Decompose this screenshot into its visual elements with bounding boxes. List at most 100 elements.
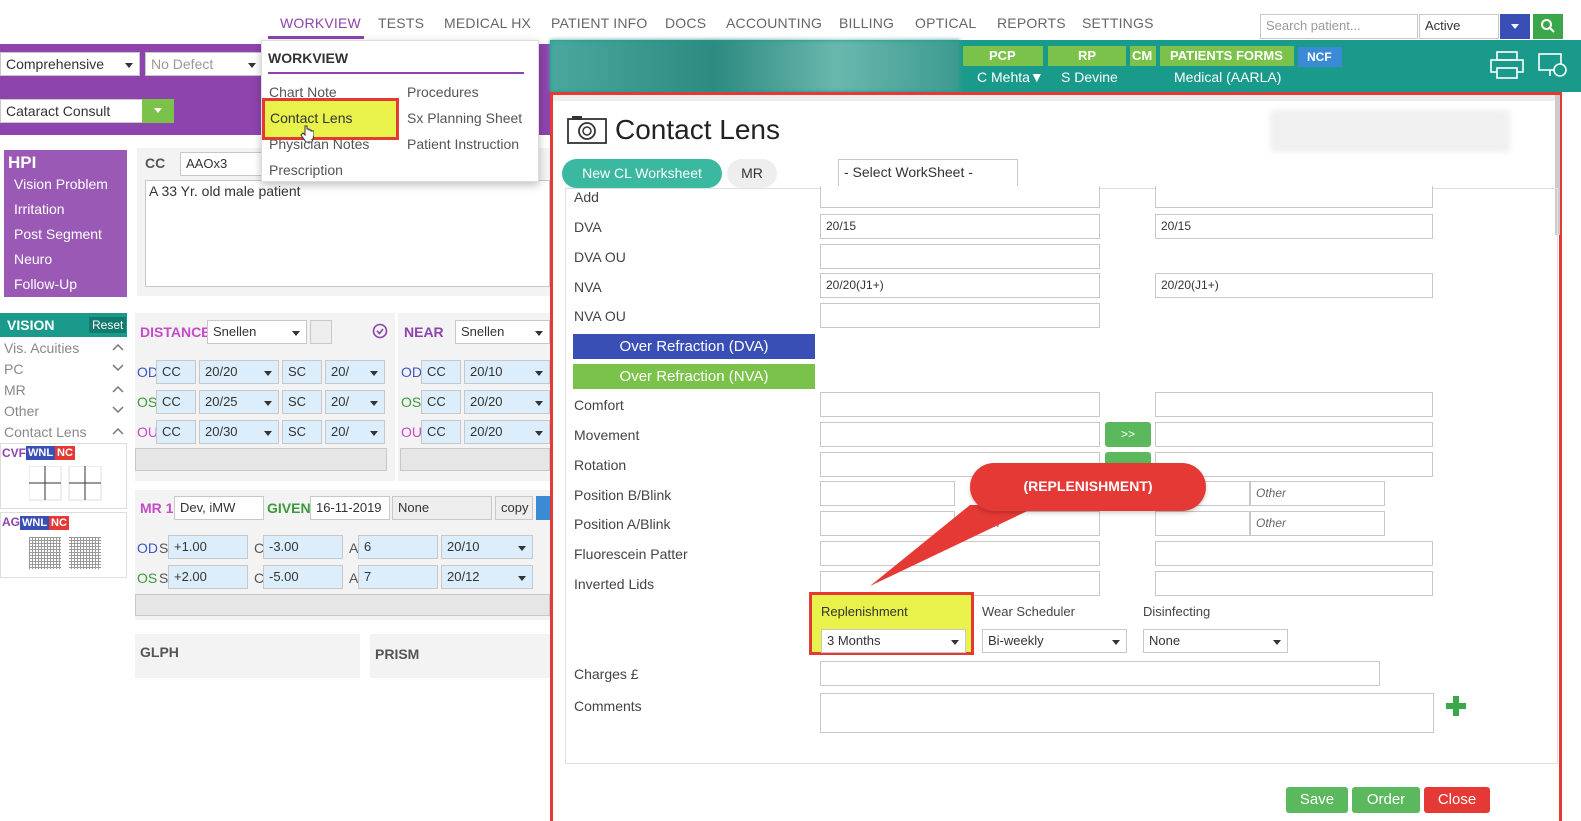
exam-type-select[interactable]: Comprehensive xyxy=(0,52,140,76)
distance-od-cc-value[interactable]: 20/20 xyxy=(199,360,279,384)
new-cl-worksheet-tab[interactable]: New CL Worksheet xyxy=(562,159,722,188)
pos-a-left-other[interactable]: Other xyxy=(1250,511,1385,536)
movement-right-input[interactable] xyxy=(820,422,1100,447)
hpi-item-vision-problem[interactable]: Vision Problem xyxy=(4,172,127,197)
tab-tests[interactable]: TESTS xyxy=(378,15,424,31)
distance-ou-cc-value[interactable]: 20/30 xyxy=(199,420,279,444)
mr-copy-button[interactable]: copy xyxy=(495,496,533,520)
comfort-left-input[interactable] xyxy=(1155,392,1433,417)
hpi-notes[interactable]: A 33 Yr. old male patient xyxy=(145,180,550,287)
search-button[interactable] xyxy=(1533,14,1563,39)
near-os-cc[interactable]: CC xyxy=(421,390,461,414)
pcp-name[interactable]: C Mehta▼ xyxy=(977,69,1044,85)
save-button[interactable]: Save xyxy=(1286,787,1348,813)
reset-button[interactable]: Reset xyxy=(89,317,127,333)
vision-item-other[interactable]: Other xyxy=(0,401,127,422)
replenishment-select[interactable]: 3 Months xyxy=(821,629,966,653)
nva-left-input[interactable]: 20/20(J1+) xyxy=(1155,273,1433,298)
patients-forms-badge[interactable]: PATIENTS FORMS xyxy=(1160,46,1294,66)
distance-od-sc-value[interactable]: 20/ xyxy=(325,360,385,384)
mr-od-axis[interactable]: 6 xyxy=(358,535,438,559)
hpi-item-post-segment[interactable]: Post Segment xyxy=(4,222,127,247)
cc-input[interactable]: AAOx3 xyxy=(180,152,270,176)
monitor-clock-icon[interactable] xyxy=(1537,52,1569,80)
consult-dropdown-button[interactable] xyxy=(142,99,174,123)
menu-item-patient-instruction[interactable]: Patient Instruction xyxy=(407,136,519,152)
hpi-item-irritation[interactable]: Irritation xyxy=(4,197,127,222)
mr-notes[interactable] xyxy=(135,594,550,616)
search-input[interactable]: Search patient... xyxy=(1260,14,1418,39)
distance-ou-sc-value[interactable]: 20/ xyxy=(325,420,385,444)
near-ou-value[interactable]: 20/20 xyxy=(464,420,550,444)
distance-os-sc[interactable]: SC xyxy=(282,390,322,414)
ncf-badge[interactable]: NCF xyxy=(1298,47,1342,67)
menu-item-prescription[interactable]: Prescription xyxy=(269,162,343,178)
near-notes[interactable] xyxy=(400,448,550,471)
select-worksheet-dropdown[interactable]: - Select WorkSheet - xyxy=(838,159,1018,187)
dva-left-input[interactable]: 20/15 xyxy=(1155,214,1433,239)
ag-nc-button[interactable]: NC xyxy=(49,516,69,530)
hpi-item-follow-up[interactable]: Follow-Up xyxy=(4,272,127,297)
distance-chart-select[interactable]: Snellen xyxy=(207,320,307,344)
near-chart-select[interactable]: Snellen xyxy=(455,320,550,344)
nva-right-input[interactable]: 20/20(J1+) xyxy=(820,273,1100,298)
vision-item-mr[interactable]: MR xyxy=(0,380,127,401)
check-circle-icon[interactable] xyxy=(372,323,388,339)
distance-od-cc[interactable]: CC xyxy=(156,360,196,384)
ag-wnl-button[interactable]: WNL xyxy=(20,516,50,530)
mr-od-va[interactable]: 20/10 xyxy=(441,535,533,559)
vision-item-acuities[interactable]: Vis. Acuities xyxy=(0,338,127,359)
mr-od-sphere[interactable]: +1.00 xyxy=(168,535,248,559)
consult-select[interactable]: Cataract Consult xyxy=(0,99,145,123)
copy-arrow-button[interactable]: >> xyxy=(1105,422,1151,447)
add-left-input[interactable] xyxy=(1155,186,1433,208)
mr-none-input[interactable]: None xyxy=(392,496,492,520)
printer-icon[interactable] xyxy=(1489,50,1525,80)
pos-b-left-other[interactable]: Other xyxy=(1250,481,1385,506)
distance-os-cc-value[interactable]: 20/25 xyxy=(199,390,279,414)
disinfecting-select[interactable]: None xyxy=(1143,629,1288,653)
mr-os-va[interactable]: 20/12 xyxy=(441,565,533,589)
mr-go-button[interactable] xyxy=(536,496,550,520)
charges-input[interactable] xyxy=(820,661,1380,686)
mr-provider-input[interactable]: Dev, iMW xyxy=(174,496,264,520)
dva-right-input[interactable]: 20/15 xyxy=(820,214,1100,239)
cvf-wnl-button[interactable]: WNL xyxy=(26,446,56,460)
defect-select[interactable]: No Defect xyxy=(145,52,263,76)
tab-optical[interactable]: OPTICAL xyxy=(915,15,976,31)
mr-tab[interactable]: MR xyxy=(727,159,777,188)
distance-extra-input[interactable] xyxy=(310,320,332,344)
near-od-value[interactable]: 20/10 xyxy=(464,360,550,384)
menu-item-sx-planning-sheet[interactable]: Sx Planning Sheet xyxy=(407,110,522,126)
comments-textarea[interactable] xyxy=(820,693,1434,733)
dva-ou-input[interactable] xyxy=(820,244,1100,269)
cvf-nc-button[interactable]: NC xyxy=(55,446,75,460)
cm-badge[interactable]: CM xyxy=(1130,46,1156,66)
movement-left-input[interactable] xyxy=(1155,422,1433,447)
tab-patient-info[interactable]: PATIENT INFO xyxy=(551,15,648,31)
over-refraction-dva-button[interactable]: Over Refraction (DVA) xyxy=(573,334,815,359)
menu-item-procedures[interactable]: Procedures xyxy=(407,84,479,100)
wear-scheduler-select[interactable]: Bi-weekly xyxy=(982,629,1127,653)
tab-accounting[interactable]: ACCOUNTING xyxy=(726,15,822,31)
tab-reports[interactable]: REPORTS xyxy=(997,15,1066,31)
status-dropdown-button[interactable] xyxy=(1500,14,1530,39)
nva-ou-input[interactable] xyxy=(820,303,1100,328)
tab-billing[interactable]: BILLING xyxy=(839,15,894,31)
distance-ou-sc[interactable]: SC xyxy=(282,420,322,444)
mr-os-axis[interactable]: 7 xyxy=(358,565,438,589)
menu-item-contact-lens[interactable]: Contact Lens xyxy=(262,98,399,140)
mr-os-sphere[interactable]: +2.00 xyxy=(168,565,248,589)
comfort-right-input[interactable] xyxy=(820,392,1100,417)
menu-item-physician-notes[interactable]: Physician Notes xyxy=(269,136,369,152)
distance-od-sc[interactable]: SC xyxy=(282,360,322,384)
tab-medical-hx[interactable]: MEDICAL HX xyxy=(444,15,531,31)
near-ou-cc[interactable]: CC xyxy=(421,420,461,444)
tab-docs[interactable]: DOCS xyxy=(665,15,706,31)
add-plus-icon[interactable] xyxy=(1445,695,1467,717)
order-button[interactable]: Order xyxy=(1352,787,1420,813)
distance-ou-cc[interactable]: CC xyxy=(156,420,196,444)
near-od-cc[interactable]: CC xyxy=(421,360,461,384)
mr-date-input[interactable]: 16-11-2019 xyxy=(310,496,390,520)
near-os-value[interactable]: 20/20 xyxy=(464,390,550,414)
